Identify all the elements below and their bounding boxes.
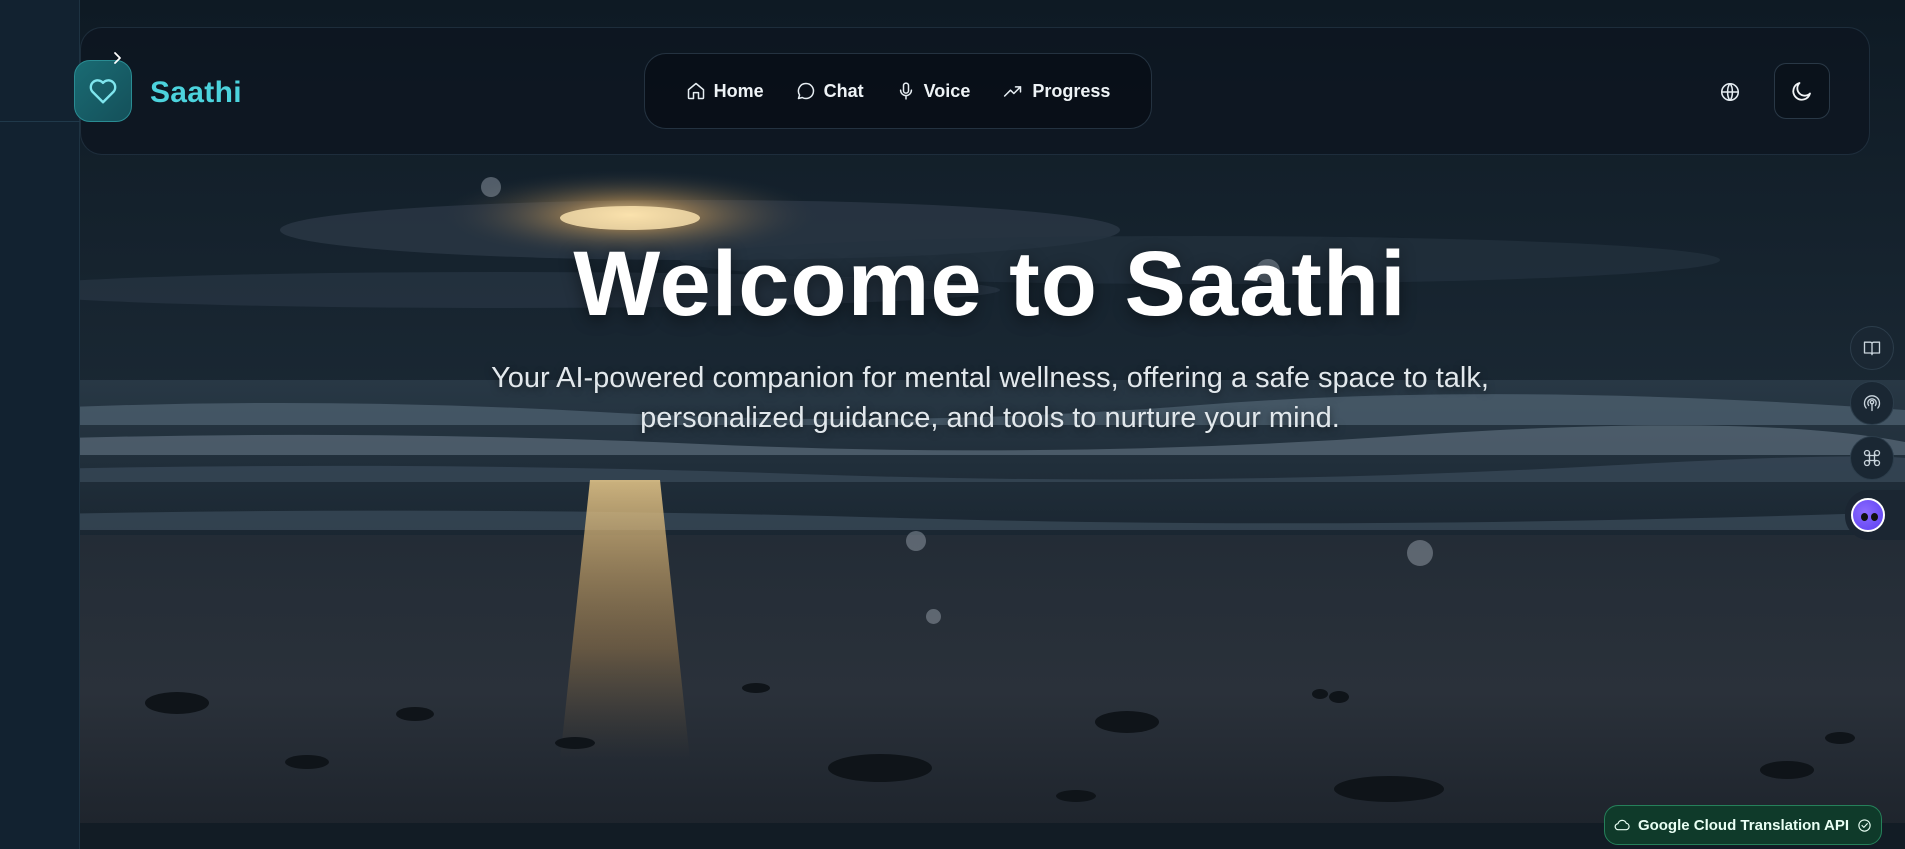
book-icon <box>1863 341 1881 356</box>
grid-command-icon <box>1863 449 1881 467</box>
assistant-avatar-icon <box>1851 498 1885 532</box>
microphone-icon <box>899 82 912 100</box>
assistant-launcher[interactable] <box>1845 490 1905 540</box>
nav-item-label: Voice <box>923 80 971 101</box>
chat-bubble-icon <box>797 82 814 100</box>
home-icon <box>687 82 704 100</box>
heart-icon <box>89 79 117 104</box>
broadcast-icon <box>1863 395 1881 412</box>
nav-item-chat[interactable]: Chat <box>782 71 878 112</box>
broadcast-tool-button[interactable] <box>1850 381 1894 425</box>
brand-name[interactable]: Saathi <box>150 76 242 110</box>
cloud-icon <box>1614 819 1630 831</box>
nav-item-label: Chat <box>823 80 864 101</box>
reading-tool-button[interactable] <box>1850 326 1894 370</box>
status-badge-label: Google Cloud Translation API <box>1637 816 1850 834</box>
sidebar-divider <box>0 121 80 122</box>
floating-particle <box>1407 540 1433 566</box>
theme-toggle-button[interactable] <box>1774 63 1830 119</box>
main-navigation: Home Chat Voice Progress <box>644 53 1152 129</box>
check-circle-icon <box>1858 818 1871 832</box>
hero-title: Welcome to Saathi <box>573 233 1407 335</box>
moon-icon <box>1792 82 1811 101</box>
hero-subtitle: Your AI-powered companion for mental wel… <box>491 362 1489 434</box>
floating-particle <box>481 177 501 197</box>
nav-item-home[interactable]: Home <box>672 71 778 112</box>
nav-item-progress[interactable]: Progress <box>988 71 1124 112</box>
sidebar-expand-button[interactable] <box>108 48 128 68</box>
trending-up-icon <box>1004 86 1022 97</box>
translation-api-status-badge: Google Cloud Translation API <box>1604 805 1882 845</box>
globe-icon <box>1720 82 1740 102</box>
logo-badge[interactable] <box>74 60 132 122</box>
collapsed-sidebar <box>0 0 80 849</box>
nav-item-voice[interactable]: Voice <box>882 71 985 112</box>
nav-item-label: Progress <box>1032 80 1111 101</box>
chevron-right-icon <box>114 52 121 64</box>
floating-particle <box>926 609 941 624</box>
nav-item-label: Home <box>713 80 764 101</box>
command-tool-button[interactable] <box>1850 436 1894 480</box>
language-button[interactable] <box>1714 78 1746 106</box>
floating-particle <box>906 531 926 551</box>
